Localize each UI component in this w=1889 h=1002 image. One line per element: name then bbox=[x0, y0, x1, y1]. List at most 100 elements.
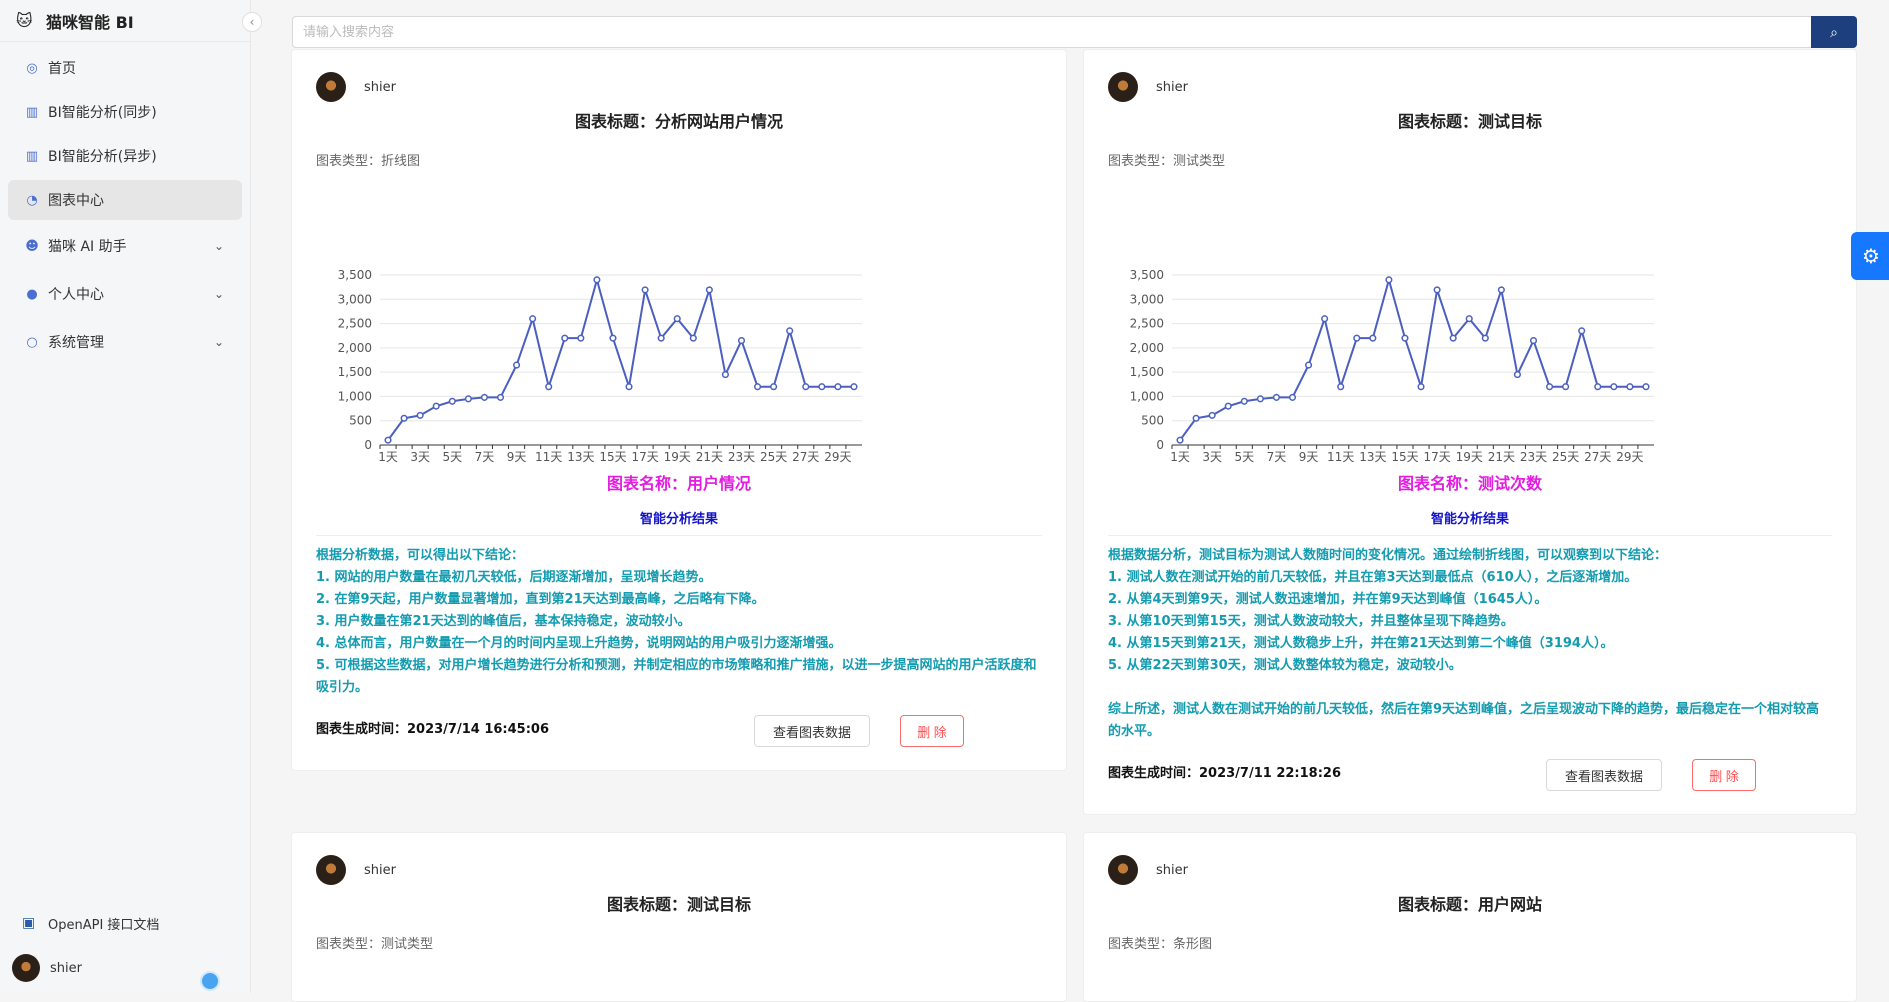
analysis-line: 4. 从第15天到第21天，测试人数稳步上升，并在第21天达到第二个峰值（319… bbox=[1108, 636, 1614, 651]
delete-button[interactable]: 删 除 bbox=[1692, 759, 1756, 791]
data-point[interactable] bbox=[705, 286, 713, 294]
data-point[interactable] bbox=[1642, 383, 1650, 391]
sidebar-item-system[interactable]: ○ 系统管理 ⌄ bbox=[8, 320, 242, 364]
data-point[interactable] bbox=[689, 334, 697, 342]
data-point[interactable] bbox=[593, 276, 601, 284]
card-author: shier bbox=[1108, 855, 1188, 885]
data-point[interactable] bbox=[754, 383, 762, 391]
data-point[interactable] bbox=[1176, 436, 1184, 444]
data-point[interactable] bbox=[464, 395, 472, 403]
data-point[interactable] bbox=[1288, 393, 1297, 401]
sidebar-item-chart-center[interactable]: ◔ 图表中心 bbox=[8, 180, 242, 220]
chevron-down-icon: ⌄ bbox=[213, 335, 224, 349]
author-name: shier bbox=[1156, 862, 1188, 878]
view-chart-data-button[interactable]: 查看图表数据 bbox=[754, 715, 870, 747]
series-line bbox=[387, 276, 854, 441]
data-point[interactable] bbox=[657, 334, 665, 342]
data-point[interactable] bbox=[1497, 286, 1505, 294]
data-point[interactable] bbox=[737, 337, 746, 345]
generated-time: 图表生成时间：2023/7/14 16:45:06 bbox=[316, 722, 550, 737]
data-point[interactable] bbox=[1240, 397, 1248, 405]
x-tick-label: 15天 bbox=[1391, 450, 1418, 464]
data-point[interactable] bbox=[1610, 383, 1618, 391]
data-point[interactable] bbox=[1272, 393, 1280, 401]
data-point[interactable] bbox=[1417, 383, 1425, 391]
data-point[interactable] bbox=[384, 436, 392, 444]
sidebar-item-profile[interactable]: ● 个人中心 ⌄ bbox=[8, 272, 242, 316]
data-point[interactable] bbox=[1208, 411, 1216, 419]
x-tick-label: 7天 bbox=[475, 450, 495, 464]
sidebar-item-home[interactable]: ◎ 首页 bbox=[8, 48, 242, 88]
data-point[interactable] bbox=[1513, 371, 1521, 379]
data-point[interactable] bbox=[416, 411, 424, 419]
data-point[interactable] bbox=[577, 334, 585, 342]
data-point[interactable] bbox=[1449, 334, 1457, 342]
data-point[interactable] bbox=[1385, 276, 1393, 284]
data-point[interactable] bbox=[850, 383, 858, 391]
sidebar-item-bi-async[interactable]: ▥ BI智能分析(异步) bbox=[8, 136, 242, 176]
data-point[interactable] bbox=[641, 286, 649, 294]
data-point[interactable] bbox=[1321, 315, 1329, 323]
data-point[interactable] bbox=[432, 402, 440, 410]
data-point[interactable] bbox=[529, 315, 537, 323]
data-point[interactable] bbox=[802, 383, 810, 391]
robot-icon: ☻ bbox=[25, 238, 39, 254]
data-point[interactable] bbox=[1305, 361, 1313, 369]
x-tick-label: 17天 bbox=[631, 450, 658, 464]
data-point[interactable] bbox=[625, 383, 633, 391]
data-point[interactable] bbox=[1546, 383, 1554, 391]
data-point[interactable] bbox=[1401, 334, 1409, 342]
data-point[interactable] bbox=[770, 383, 778, 391]
data-point[interactable] bbox=[609, 334, 617, 342]
chat-bubble-icon[interactable] bbox=[200, 971, 220, 991]
delete-button[interactable]: 删 除 bbox=[900, 715, 964, 747]
data-point[interactable] bbox=[480, 393, 488, 401]
app-brand[interactable]: 🐱 猫咪智能 BI bbox=[0, 0, 250, 42]
analysis-line: 5. 从第22天到第30天，测试人数整体较为稳定，波动较小。 bbox=[1108, 658, 1462, 673]
data-point[interactable] bbox=[1433, 286, 1441, 294]
data-point[interactable] bbox=[1465, 315, 1473, 323]
data-point[interactable] bbox=[496, 393, 505, 401]
series-line bbox=[1179, 276, 1646, 441]
data-point[interactable] bbox=[400, 414, 408, 422]
line-chart: 0 500 1,000 1,500 2,000 2,500 3,000 3,500 1天 3天 5天… bbox=[1130, 268, 1654, 464]
data-point[interactable] bbox=[1192, 414, 1200, 422]
card-author: shier bbox=[316, 72, 396, 102]
data-point[interactable] bbox=[834, 383, 842, 391]
data-point[interactable] bbox=[1594, 383, 1602, 391]
data-point[interactable] bbox=[1224, 402, 1232, 410]
data-point[interactable] bbox=[1337, 383, 1345, 391]
sidebar-item-label: BI智能分析(异步) bbox=[48, 149, 157, 165]
chevron-down-icon: ⌄ bbox=[213, 287, 224, 301]
y-tick-label: 500 bbox=[1141, 414, 1164, 428]
data-point[interactable] bbox=[1529, 337, 1538, 345]
settings-button[interactable]: ⚙ bbox=[1851, 232, 1889, 280]
data-point[interactable] bbox=[1369, 334, 1377, 342]
data-point[interactable] bbox=[1626, 383, 1634, 391]
data-point[interactable] bbox=[545, 383, 553, 391]
data-point[interactable] bbox=[561, 334, 569, 342]
view-chart-data-button[interactable]: 查看图表数据 bbox=[1546, 759, 1662, 791]
data-point[interactable] bbox=[721, 371, 729, 379]
data-point[interactable] bbox=[1256, 395, 1264, 403]
data-point[interactable] bbox=[1562, 383, 1570, 391]
x-tick-label: 27天 bbox=[1584, 450, 1611, 464]
data-point[interactable] bbox=[513, 361, 521, 369]
cat-icon: 🐱 bbox=[16, 10, 33, 30]
data-point[interactable] bbox=[1578, 327, 1586, 335]
data-point[interactable] bbox=[1353, 334, 1361, 342]
x-tick-label: 11天 bbox=[1327, 450, 1354, 464]
search-button[interactable]: ⌕ bbox=[1811, 16, 1857, 48]
sidebar-item-bi-sync[interactable]: ▥ BI智能分析(同步) bbox=[8, 92, 242, 132]
search-input[interactable] bbox=[292, 16, 1811, 48]
data-point[interactable] bbox=[786, 327, 794, 335]
y-tick-label: 2,000 bbox=[1130, 341, 1164, 355]
analysis-line: 1. 测试人数在测试开始的前几天较低，并且在第3天达到最低点（610人），之后逐… bbox=[1108, 570, 1638, 585]
data-point[interactable] bbox=[673, 315, 681, 323]
collapse-sidebar-button[interactable]: ‹ bbox=[242, 12, 262, 32]
data-point[interactable] bbox=[1481, 334, 1489, 342]
data-point[interactable] bbox=[818, 383, 826, 391]
openapi-docs-link[interactable]: ▣ OpenAPI 接口文档 bbox=[0, 903, 251, 943]
sidebar-item-ai-assistant[interactable]: ☻ 猫咪 AI 助手 ⌄ bbox=[8, 224, 242, 268]
data-point[interactable] bbox=[448, 397, 456, 405]
